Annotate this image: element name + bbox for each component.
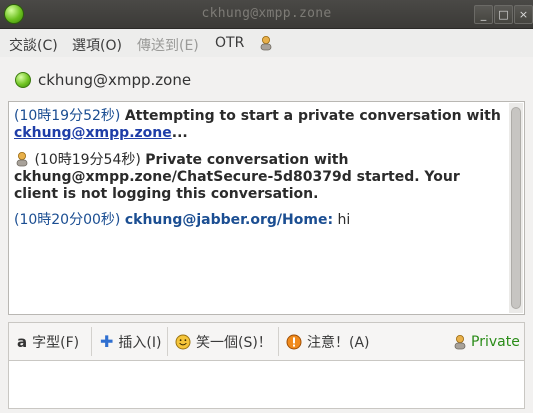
attention-label: 注意！(A) — [307, 334, 370, 351]
private-status-label: Private — [471, 333, 520, 350]
conversation-log[interactable]: (10時19分52秒) Attempting to start a privat… — [8, 101, 525, 315]
title-bar[interactable]: ckhung@xmpp.zone _ □ × — [0, 0, 533, 29]
plus-icon: ✚ — [100, 332, 114, 351]
font-button[interactable]: a 字型(F) — [17, 323, 79, 360]
sender-nick: ckhung@jabber.org/Home: — [124, 212, 334, 228]
message-2: (10時19分54秒) Private conversation with ck… — [14, 151, 506, 203]
attention-button[interactable]: 注意！(A) — [286, 323, 370, 360]
smiley-icon — [175, 334, 191, 349]
message-3: (10時20分00秒) ckhung@jabber.org/Home: hi — [14, 212, 506, 229]
message-timestamp: (10時19分52秒) — [14, 108, 121, 124]
chat-window: ckhung@xmpp.zone _ □ × 交談(C) 選項(O) 傳送到(E… — [0, 0, 533, 413]
conversation-scrollbar[interactable] — [509, 103, 523, 313]
otr-private-button[interactable]: Private — [452, 323, 520, 360]
smile-button[interactable]: 笑一個(S)！ — [175, 323, 272, 360]
contact-name[interactable]: ckhung@xmpp.zone — [38, 71, 191, 89]
maximize-button[interactable]: □ — [494, 5, 513, 24]
format-toolbar: a 字型(F) ✚ 插入(I) 笑一個(S)！ 注意！(A) Private — [8, 322, 525, 360]
window-title: ckhung@xmpp.zone — [201, 6, 332, 21]
menu-otr[interactable]: OTR — [215, 35, 244, 51]
otr-person-icon — [454, 334, 466, 349]
message-text: Attempting to start a private conversati… — [124, 108, 501, 124]
message-input[interactable] — [8, 360, 525, 409]
available-status-icon — [15, 72, 31, 88]
toolbar-divider — [167, 327, 168, 356]
contact-header: ckhung@xmpp.zone — [0, 57, 533, 101]
toolbar-divider — [91, 327, 92, 356]
message-1: (10時19分52秒) Attempting to start a privat… — [14, 108, 506, 142]
message-ellipsis: ... — [171, 125, 188, 141]
menu-send-to[interactable]: 傳送到(E) — [137, 35, 199, 55]
smile-label: 笑一個(S)！ — [196, 334, 272, 351]
otr-person-icon[interactable] — [258, 35, 274, 51]
attention-icon — [286, 334, 302, 349]
toolbar-divider — [278, 327, 279, 356]
font-icon: a — [17, 332, 28, 351]
minimize-button[interactable]: _ — [474, 5, 493, 24]
menu-conversation[interactable]: 交談(C) — [9, 35, 58, 55]
menu-options[interactable]: 選項(O) — [72, 35, 122, 55]
contact-link[interactable]: ckhung@xmpp.zone — [14, 125, 172, 141]
insert-label: 插入(I) — [118, 334, 162, 351]
menu-bar: 交談(C) 選項(O) 傳送到(E) OTR — [0, 29, 533, 57]
otr-person-icon — [16, 152, 28, 167]
scrollbar-thumb[interactable] — [511, 107, 521, 309]
message-timestamp: (10時19分54秒) — [34, 152, 141, 168]
close-button[interactable]: × — [514, 5, 533, 24]
message-timestamp: (10時20分00秒) — [14, 212, 121, 228]
message-text: hi — [337, 212, 351, 228]
insert-button[interactable]: ✚ 插入(I) — [100, 323, 161, 360]
font-label: 字型(F) — [32, 334, 80, 351]
